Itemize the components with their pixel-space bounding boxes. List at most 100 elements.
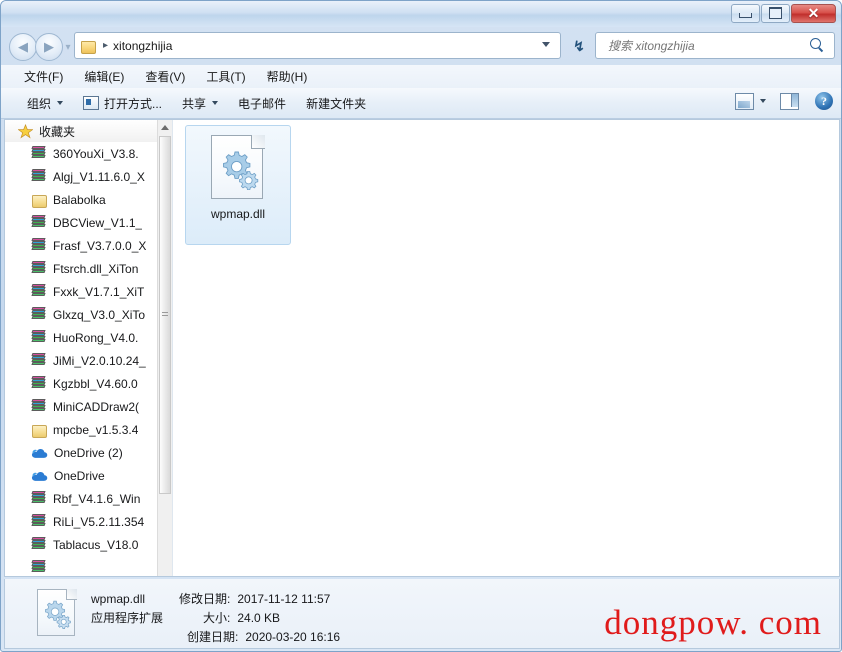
details-pane: wpmap.dll 修改日期: 2017-11-12 11:57 应用程序扩展 … — [4, 579, 840, 649]
toolbar-right-group: ? — [735, 92, 833, 110]
chevron-down-icon[interactable] — [760, 99, 766, 103]
sidebar-item-onedrive-2[interactable]: OneDrive (2) — [5, 441, 158, 464]
navigation-buttons: ◀ ▶ ▾ — [9, 33, 73, 61]
book-icon — [31, 215, 47, 230]
share-button[interactable]: 共享 — [174, 92, 226, 115]
details-modified-value: 2017-11-12 11:57 — [237, 592, 331, 606]
book-icon — [31, 537, 47, 552]
folder-icon — [31, 423, 47, 438]
sidebar-item-label: Fxxk_V1.7.1_XiT — [53, 284, 145, 299]
sidebar-item-label: Rbf_V4.1.6_Win — [53, 491, 141, 506]
sidebar-item-label: OneDrive (2) — [54, 445, 123, 460]
sidebar-item-label: Ftsrch.dll_XiTon — [53, 261, 139, 276]
sidebar-item-360youxi[interactable]: 360YouXi_V3.8. — [5, 142, 158, 165]
open-with-button[interactable]: 打开方式... — [75, 92, 170, 115]
sidebar-item-ftsrch[interactable]: Ftsrch.dll_XiTon — [5, 257, 158, 280]
details-file-name: wpmap.dll — [91, 592, 146, 606]
details-row-size: 应用程序扩展 大小: 24.0 KB — [91, 609, 340, 628]
sidebar-item-mpcbe[interactable]: mpcbe_v1.5.3.4 — [5, 418, 158, 441]
sidebar-item-clipped[interactable] — [5, 556, 158, 576]
sidebar-item-dbcview[interactable]: DBCView_V1.1_ — [5, 211, 158, 234]
sidebar-item-label: HuoRong_V4.0. — [53, 330, 139, 345]
sidebar-item-label: Frasf_V3.7.0.0_X — [53, 238, 147, 253]
explorer-window: ✕ ◀ ▶ ▾ ▸ xitongzhijia ↯ 搜索 xitongzhijia… — [0, 0, 842, 652]
sidebar-scrollbar[interactable] — [157, 120, 172, 576]
sidebar-item-kgzbbl[interactable]: Kgzbbl_V4.60.0 — [5, 372, 158, 395]
organize-label: 组织 — [27, 96, 52, 111]
minimize-button[interactable] — [731, 3, 760, 23]
sidebar-item-label: mpcbe_v1.5.3.4 — [53, 422, 139, 437]
book-icon — [31, 330, 47, 345]
dll-gear-icon — [211, 135, 265, 201]
help-icon[interactable]: ? — [815, 92, 833, 110]
menu-item-edit[interactable]: 编辑(E) — [75, 66, 133, 87]
sidebar-item-tablacus[interactable]: Tablacus_V18.0 — [5, 533, 158, 556]
nav-dropdown-icon[interactable]: ▾ — [63, 42, 73, 53]
scrollbar-thumb[interactable] — [159, 136, 171, 494]
scroll-down-button[interactable] — [158, 561, 172, 576]
forward-button[interactable]: ▶ — [35, 33, 63, 61]
details-file-type: 应用程序扩展 — [91, 611, 164, 625]
search-input[interactable] — [606, 37, 805, 54]
book-icon — [31, 560, 47, 575]
menu-item-file[interactable]: 文件(F) — [15, 66, 72, 87]
breadcrumb-path[interactable]: xitongzhijia — [113, 39, 172, 53]
sidebar-item-jimi[interactable]: JiMi_V2.0.10.24_ — [5, 349, 158, 372]
favorites-header[interactable]: 收藏夹 — [5, 120, 158, 142]
refresh-button[interactable]: ↯ — [567, 34, 591, 58]
change-view-icon[interactable] — [735, 92, 754, 110]
sidebar-item-fxxk[interactable]: Fxxk_V1.7.1_XiT — [5, 280, 158, 303]
book-icon — [31, 146, 47, 161]
window-controls: ✕ — [731, 3, 837, 23]
sidebar-item-label: Kgzbbl_V4.60.0 — [53, 376, 138, 391]
menu-item-help[interactable]: 帮助(H) — [258, 66, 317, 87]
sidebar-item-label: OneDrive — [54, 468, 105, 483]
cloud-icon — [31, 469, 48, 483]
close-button[interactable]: ✕ — [791, 3, 836, 23]
menu-bar: 文件(F) 编辑(E) 查看(V) 工具(T) 帮助(H) — [1, 65, 841, 89]
close-icon: ✕ — [807, 5, 820, 21]
menu-item-tools[interactable]: 工具(T) — [197, 66, 254, 87]
sidebar-item-balabolka[interactable]: Balabolka — [5, 188, 158, 211]
sidebar-item-label: DBCView_V1.1_ — [53, 215, 143, 230]
file-list-pane[interactable]: wpmap.dll — [173, 120, 839, 576]
sidebar-item-label: RiLi_V5.2.11.354 — [53, 514, 145, 529]
sidebar-item-onedrive[interactable]: OneDrive — [5, 464, 158, 487]
maximize-button[interactable] — [761, 3, 790, 23]
search-icon[interactable] — [810, 38, 825, 53]
scroll-up-button[interactable] — [158, 120, 172, 135]
menu-item-view[interactable]: 查看(V) — [136, 66, 194, 87]
scrollbar-grip-icon — [162, 312, 168, 318]
watermark-text: dongpow. com — [604, 603, 822, 642]
sidebar-item-minicaddraw[interactable]: MiniCADDraw2( — [5, 395, 158, 418]
book-icon — [31, 376, 47, 391]
new-folder-button[interactable]: 新建文件夹 — [298, 92, 374, 115]
back-button[interactable]: ◀ — [9, 33, 37, 61]
sidebar-item-frasf[interactable]: Frasf_V3.7.0.0_X — [5, 234, 158, 257]
search-box[interactable] — [595, 32, 835, 59]
sidebar-item-glxzq[interactable]: Glxzq_V3.0_XiTo — [5, 303, 158, 326]
address-dropdown-icon[interactable] — [542, 42, 550, 47]
sidebar-item-label: JiMi_V2.0.10.24_ — [53, 353, 146, 368]
sidebar-item-huorong[interactable]: HuoRong_V4.0. — [5, 326, 158, 349]
book-icon — [31, 514, 47, 529]
address-bar[interactable]: ▸ xitongzhijia — [74, 32, 561, 59]
refresh-icon: ↯ — [573, 37, 585, 54]
sidebar-item-rbf[interactable]: Rbf_V4.1.6_Win — [5, 487, 158, 510]
email-label: 电子邮件 — [238, 96, 287, 111]
book-icon — [31, 353, 47, 368]
sidebar-item-rili[interactable]: RiLi_V5.2.11.354 — [5, 510, 158, 533]
folder-icon — [80, 39, 96, 54]
sidebar-item-label: 360YouXi_V3.8. — [53, 146, 139, 161]
file-name-label: wpmap.dll — [210, 207, 266, 221]
sidebar-item-algj[interactable]: Algj_V1.11.6.0_X — [5, 165, 158, 188]
new-folder-label: 新建文件夹 — [306, 96, 367, 111]
email-button[interactable]: 电子邮件 — [230, 92, 294, 115]
preview-pane-icon[interactable] — [780, 92, 799, 110]
sidebar-item-label: MiniCADDraw2( — [53, 399, 140, 414]
book-icon — [31, 169, 47, 184]
organize-button[interactable]: 组织 — [19, 92, 71, 115]
details-modified-label: 修改日期: — [179, 592, 231, 606]
book-icon — [31, 307, 47, 322]
file-item-wpmap-dll[interactable]: wpmap.dll — [185, 125, 291, 245]
